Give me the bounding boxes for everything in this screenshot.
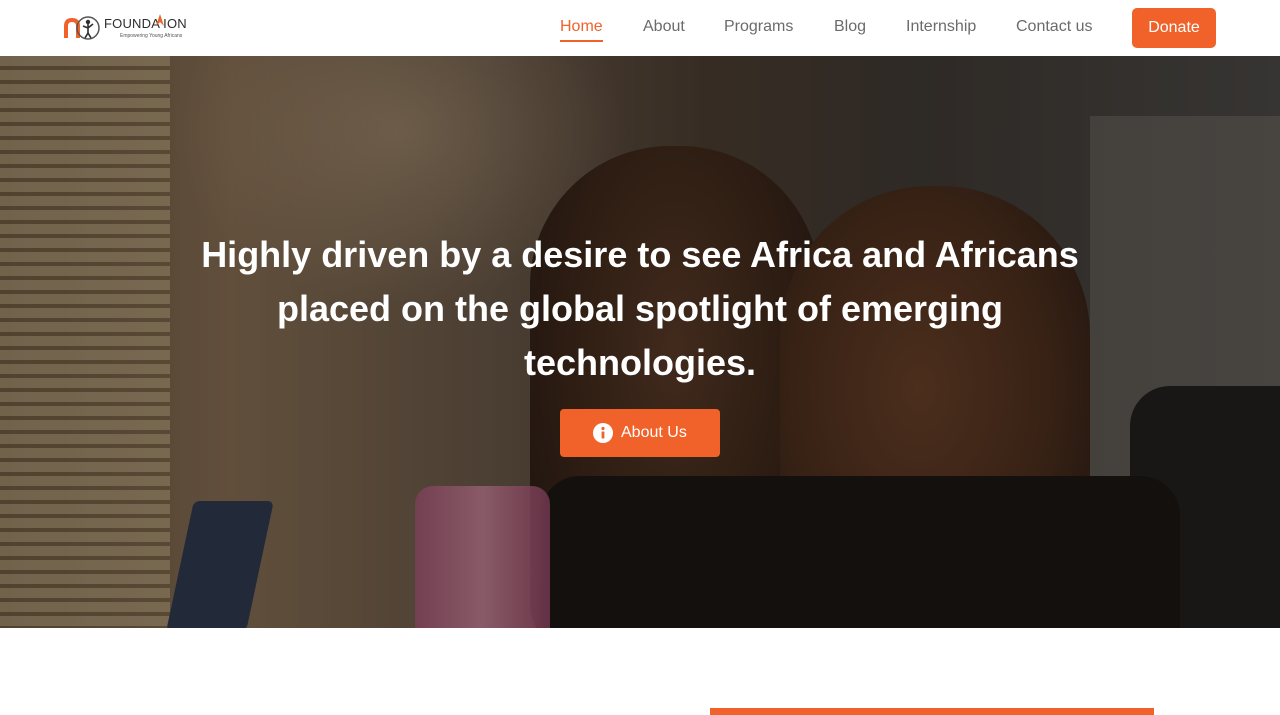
top-navbar: FOUNDA ION Empowering Young Africans Hom… bbox=[0, 0, 1280, 56]
info-icon bbox=[593, 423, 613, 443]
headline-line-1: Highly driven by a desire to see Africa … bbox=[201, 234, 1079, 275]
nav-item-blog[interactable]: Blog bbox=[834, 18, 866, 36]
hero-headline: Highly driven by a desire to see Africa … bbox=[200, 228, 1080, 390]
headline-bold-technologies: technologies. bbox=[523, 342, 757, 383]
main-nav: Home About Programs Blog Internship Cont… bbox=[0, 0, 1280, 56]
donate-button[interactable]: Donate bbox=[1132, 8, 1216, 48]
headline-bold-emerging: emerging bbox=[840, 288, 1004, 329]
headline-line-2-middle: spotlight of bbox=[625, 288, 841, 329]
hero-section: Highly driven by a desire to see Africa … bbox=[0, 56, 1280, 628]
nav-item-home[interactable]: Home bbox=[560, 18, 603, 42]
about-us-button[interactable]: About Us bbox=[560, 409, 720, 457]
about-us-label: About Us bbox=[621, 424, 687, 441]
nav-item-programs[interactable]: Programs bbox=[724, 18, 793, 36]
nav-item-internship[interactable]: Internship bbox=[906, 18, 976, 36]
headline-line-2-prefix: placed on the bbox=[276, 288, 520, 329]
section-accent-bar bbox=[710, 708, 1154, 715]
nav-item-contact[interactable]: Contact us bbox=[1016, 18, 1092, 36]
headline-bold-global: global bbox=[519, 288, 626, 329]
nav-item-about[interactable]: About bbox=[643, 18, 685, 36]
